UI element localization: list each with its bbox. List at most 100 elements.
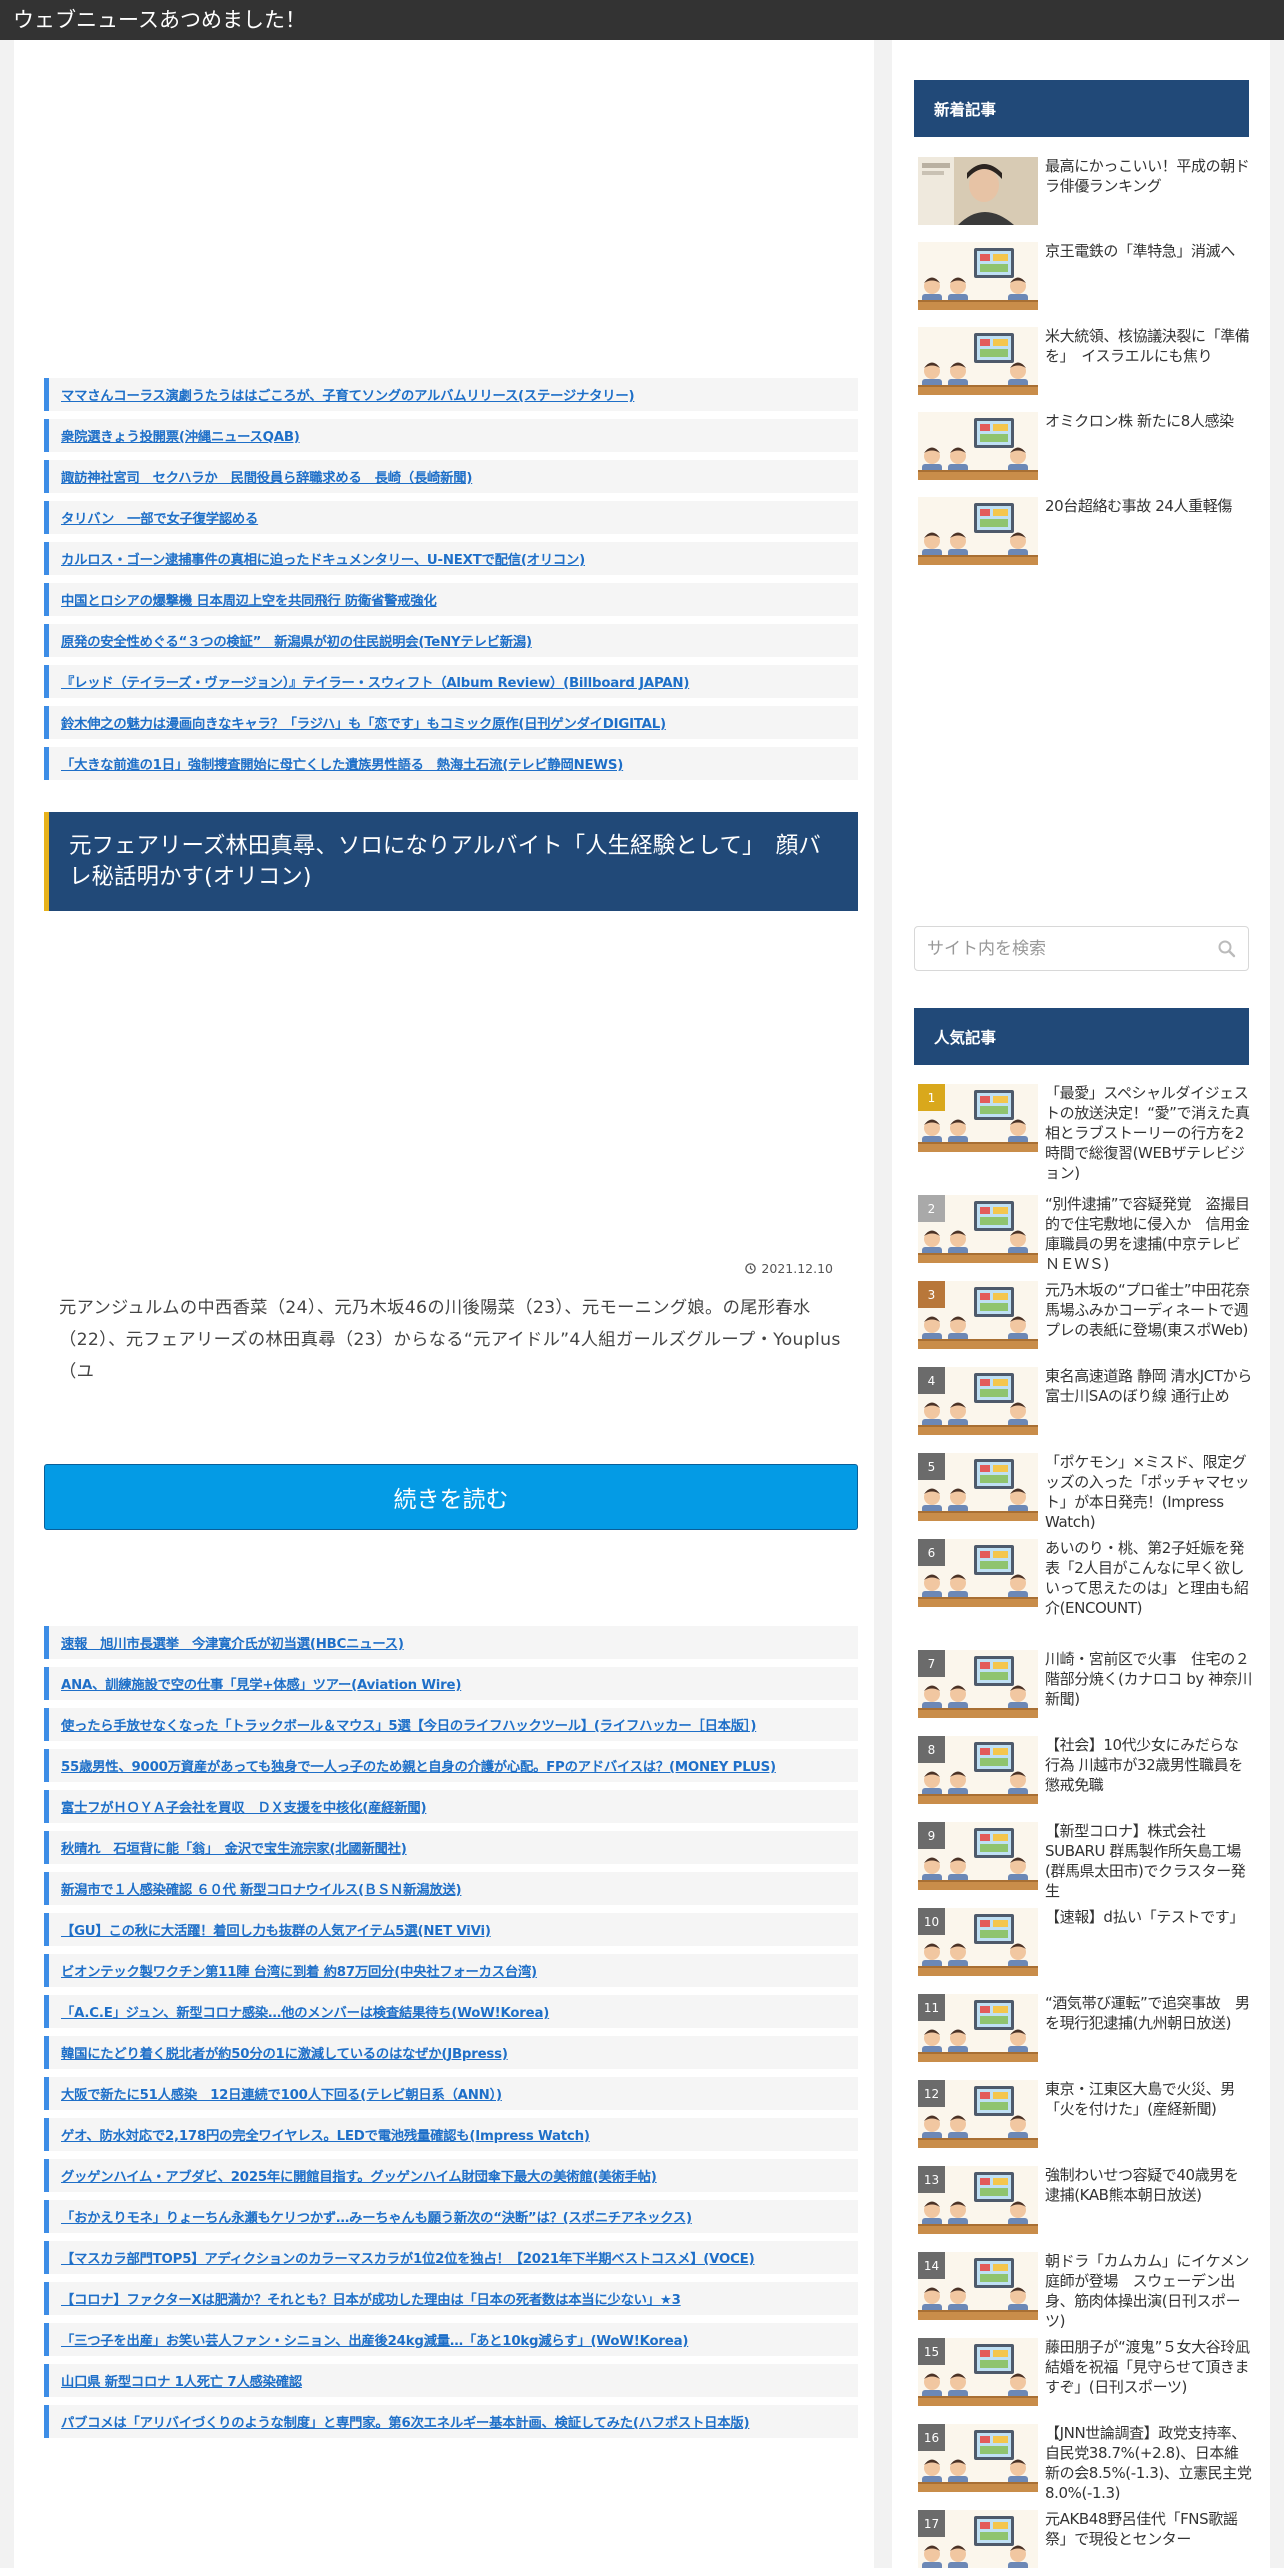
popular-article-item[interactable]: 12 東京・江東区大島で火災、男「火を付けた」(産経新聞)	[914, 2072, 1254, 2158]
article-title-link[interactable]: “酒気帯び運転”で追突事故 男を現行犯逮捕(九州朝日放送)	[1045, 1993, 1253, 2033]
article-title-link[interactable]: 藤田朋子が“渡鬼”５女大谷玲凪結婚を祝福「見守らせて頂きますぞ」(日刊スポーツ)	[1045, 2337, 1253, 2397]
article-title-link[interactable]: 【社会】10代少女にみだらな行為 川越市が32歳男性職員を懲戒免職	[1045, 1735, 1253, 1795]
article-title-link[interactable]: 最高にかっこいい！平成の朝ドラ俳優ランキング	[1045, 156, 1253, 196]
site-header: ウェブニュースあつめました！	[0, 0, 1284, 40]
news-link[interactable]: 55歳男性、9000万資産があっても独身で一人っ子のため親と自身の介護が心配。F…	[61, 1756, 776, 1775]
news-link[interactable]: 富士フがＨＯＹＡ子会社を買収 ＤＸ支援を中核化(産経新聞)	[61, 1797, 427, 1816]
popular-article-item[interactable]: 3 元乃木坂の“プロ雀士”中田花奈 馬場ふみかコーディネートで週プレの表紙に登場(…	[914, 1273, 1265, 1359]
article-thumbnail[interactable]	[918, 327, 1038, 395]
link-list-item: 鈴木伸之の魅力は漫画向きなキャラ？「ラジハ」も「恋です」もコミック原作(日刊ゲン…	[44, 706, 858, 739]
news-link[interactable]: 「三つ子を出産」お笑い芸人ファン・シニョン、出産後24kg減量…「あと10kg減…	[61, 2330, 688, 2349]
news-link[interactable]: カルロス・ゴーン逮捕事件の真相に迫ったドキュメンタリー、U-NEXTで配信(オリ…	[61, 549, 585, 568]
news-link[interactable]: 【マスカラ部門TOP5】アディクションのカラーマスカラが1位2位を独占！【202…	[61, 2248, 755, 2267]
new-article-item[interactable]: オミクロン株 新たに8人感染	[914, 404, 1254, 489]
article-title-link[interactable]: 「最愛」スペシャルダイジェストの放送決定！“愛”で消えた真相とラブストーリーの行…	[1045, 1083, 1253, 1183]
main-content: ママさんコーラス演劇うたうははごころが、子育てソングのアルバムリリース(ステージ…	[14, 40, 874, 2568]
article-thumbnail[interactable]	[918, 412, 1038, 480]
news-link[interactable]: 鈴木伸之の魅力は漫画向きなキャラ？「ラジハ」も「恋です」もコミック原作(日刊ゲン…	[61, 713, 666, 732]
article-title-link[interactable]: 東名高速道路 静岡 清水JCTから富士川SAのぼり線 通行止め	[1045, 1366, 1253, 1406]
popular-article-item[interactable]: 11 “酒気帯び運転”で追突事故 男を現行犯逮捕(九州朝日放送)	[914, 1986, 1254, 2072]
popular-article-item[interactable]: 13 強制わいせつ容疑で40歳男を逮捕(KAB熊本朝日放送)	[914, 2158, 1254, 2244]
rank-badge: 15	[918, 2338, 945, 2365]
news-studio-icon	[918, 242, 1038, 310]
article-title-link[interactable]: 米大統領、核協議決裂に「準備を」 イスラエルにも焦り	[1045, 326, 1253, 366]
news-link[interactable]: パブコメは「アリバイづくりのような制度」と専門家。第6次エネルギー基本計画、検証…	[61, 2412, 750, 2431]
news-link[interactable]: ゲオ、防水対応で2,178円の完全ワイヤレス。LEDで電池残量確認も(Impre…	[61, 2125, 590, 2144]
new-article-item[interactable]: 最高にかっこいい！平成の朝ドラ俳優ランキング	[914, 149, 1254, 234]
popular-article-item[interactable]: 9 【新型コロナ】株式会社SUBARU 群馬製作所矢島工場(群馬県太田市)でクラス…	[914, 1814, 1254, 1900]
article-title-link[interactable]: 元乃木坂の“プロ雀士”中田花奈 馬場ふみかコーディネートで週プレの表紙に登場(東…	[1045, 1280, 1265, 1340]
rank-badge: 14	[918, 2252, 945, 2279]
article-title-link[interactable]: あいのり・桃、第2子妊娠を発表「2人目がこんなに早く欲しいって思えたのは」と理由…	[1045, 1538, 1253, 1618]
news-link[interactable]: タリバン 一部で女子復学認める	[61, 508, 258, 527]
news-link[interactable]: ママさんコーラス演劇うたうははごころが、子育てソングのアルバムリリース(ステージ…	[61, 385, 635, 404]
news-link[interactable]: ビオンテック製ワクチン第11陣 台湾に到着 約87万回分(中央社フォーカス台湾)	[61, 1961, 537, 1980]
article-title-link[interactable]: 京王電鉄の「準特急」消滅へ	[1045, 241, 1253, 261]
popular-article-item[interactable]: 15 藤田朋子が“渡鬼”５女大谷玲凪結婚を祝福「見守らせて頂きますぞ」(日刊スポー…	[914, 2330, 1254, 2416]
article-title-link[interactable]: 強制わいせつ容疑で40歳男を逮捕(KAB熊本朝日放送)	[1045, 2165, 1253, 2205]
article-title-link[interactable]: 東京・江東区大島で火災、男「火を付けた」(産経新聞)	[1045, 2079, 1253, 2119]
news-link[interactable]: グッゲンハイム・アブダビ、2025年に開館目指す。グッゲンハイム財団傘下最大の美…	[61, 2166, 657, 2185]
news-link[interactable]: 秋晴れ 石垣背に能「翁」 金沢で宝生流宗家(北國新聞社)	[61, 1838, 407, 1857]
article-thumbnail[interactable]	[918, 242, 1038, 310]
new-article-item[interactable]: 米大統領、核協議決裂に「準備を」 イスラエルにも焦り	[914, 319, 1254, 404]
popular-article-item[interactable]: 17 元AKB48野呂佳代「FNS歌謡祭」で現役とセンター	[914, 2502, 1254, 2568]
search-icon[interactable]	[1217, 939, 1237, 959]
news-link[interactable]: 【GU】この秋に大活躍！着回し力も抜群の人気アイテム5選(NET ViVi)	[61, 1920, 491, 1939]
search-input[interactable]	[914, 926, 1249, 971]
popular-article-item[interactable]: 10 【速報】d払い「テストです」	[914, 1900, 1254, 1986]
article-title-link[interactable]: 元AKB48野呂佳代「FNS歌謡祭」で現役とセンター	[1045, 2509, 1253, 2549]
link-list-item: パブコメは「アリバイづくりのような制度」と専門家。第6次エネルギー基本計画、検証…	[44, 2405, 858, 2438]
link-list-item: 諏訪神社宮司 セクハラか 民間役員ら辞職求める 長崎（長崎新聞)	[44, 460, 858, 493]
news-link[interactable]: 諏訪神社宮司 セクハラか 民間役員ら辞職求める 長崎（長崎新聞)	[61, 467, 472, 486]
rank-badge: 4	[918, 1367, 945, 1394]
article-thumbnail[interactable]	[918, 497, 1038, 565]
popular-article-item[interactable]: 7 川崎・宮前区で火事 住宅の２階部分焼く(カナロコ by 神奈川新聞)	[914, 1642, 1254, 1728]
article-thumbnail[interactable]	[918, 157, 1038, 225]
article-title-link[interactable]: 「ポケモン」×ミスド、限定グッズの入った「ポッチャマセット」が本日発売！(Imp…	[1045, 1452, 1253, 1532]
news-link[interactable]: 【コロナ】ファクターXは肥満か？それとも？日本が成功した理由は「日本の死者数は本…	[61, 2289, 681, 2308]
news-link[interactable]: 衆院選きょう投開票(沖縄ニュースQAB)	[61, 426, 300, 445]
article-title-link[interactable]: 【JNN世論調査】政党支持率、自民党38.7%(+2.8)、日本維新の会8.5%…	[1045, 2423, 1253, 2503]
news-link[interactable]: 「大きな前進の1日」強制捜査開始に母亡くした遺族男性語る 熱海土石流(テレビ静岡…	[61, 754, 623, 773]
site-title[interactable]: ウェブニュースあつめました！	[13, 5, 306, 35]
rank-badge: 17	[918, 2510, 945, 2537]
popular-article-item[interactable]: 2 “別件逮捕”で容疑発覚 盗撮目的で住宅敷地に侵入か 信用金庫職員の男を逮捕(中…	[914, 1187, 1254, 1273]
article-title-link[interactable]: オミクロン株 新たに8人感染	[1045, 411, 1253, 431]
news-link[interactable]: 中国とロシアの爆撃機 日本周辺上空を共同飛行 防衛省警戒強化	[61, 590, 437, 609]
popular-article-item[interactable]: 4 東名高速道路 静岡 清水JCTから富士川SAのぼり線 通行止め	[914, 1359, 1254, 1445]
popular-article-item[interactable]: 5 「ポケモン」×ミスド、限定グッズの入った「ポッチャマセット」が本日発売！(Im…	[914, 1445, 1254, 1531]
popular-article-item[interactable]: 6 あいのり・桃、第2子妊娠を発表「2人目がこんなに早く欲しいって思えたのは」と理…	[914, 1531, 1254, 1642]
article-title-link[interactable]: 川崎・宮前区で火事 住宅の２階部分焼く(カナロコ by 神奈川新聞)	[1045, 1649, 1253, 1709]
article-title-link[interactable]: 20台超絡む事故 24人重軽傷	[1045, 496, 1253, 516]
link-list-item: 「おかえりモネ」りょーちん永瀬もケリつかず…みーちゃんも願う新次の“決断”は？(…	[44, 2200, 858, 2233]
link-list-item: 秋晴れ 石垣背に能「翁」 金沢で宝生流宗家(北國新聞社)	[44, 1831, 858, 1864]
read-more-button[interactable]: 続きを読む	[44, 1464, 858, 1530]
new-article-item[interactable]: 京王電鉄の「準特急」消滅へ	[914, 234, 1254, 319]
news-link[interactable]: 山口県 新型コロナ 1人死亡 7人感染確認	[61, 2371, 302, 2390]
link-list-item: 富士フがＨＯＹＡ子会社を買収 ＤＸ支援を中核化(産経新聞)	[44, 1790, 858, 1823]
news-link[interactable]: 大阪で新たに51人感染 12日連続で100人下回る(テレビ朝日系（ANN）)	[61, 2084, 502, 2103]
article-title-link[interactable]: “別件逮捕”で容疑発覚 盗撮目的で住宅敷地に侵入か 信用金庫職員の男を逮捕(中京…	[1045, 1194, 1253, 1274]
news-link[interactable]: 「A.C.E」ジュン、新型コロナ感染…他のメンバーは検査結果待ち(WoW!Kor…	[61, 2002, 549, 2021]
popular-article-item[interactable]: 16 【JNN世論調査】政党支持率、自民党38.7%(+2.8)、日本維新の会8.…	[914, 2416, 1254, 2502]
new-articles-heading: 新着記事	[914, 80, 1249, 137]
article-title-link[interactable]: 【速報】d払い「テストです」	[1045, 1907, 1253, 1927]
link-list-item: 衆院選きょう投開票(沖縄ニュースQAB)	[44, 419, 858, 452]
news-link[interactable]: 『レッド（テイラーズ・ヴァージョン）』テイラー・スウィフト（Album Revi…	[61, 672, 689, 691]
popular-article-item[interactable]: 14 朝ドラ「カムカム」にイケメン庭師が登場 スウェーデン出身、筋肉体操出演(日刊…	[914, 2244, 1254, 2330]
related-links-top: ママさんコーラス演劇うたうははごころが、子育てソングのアルバムリリース(ステージ…	[44, 378, 858, 788]
news-link[interactable]: ANA、訓練施設で空の仕事「見学+体感」ツアー(Aviation Wire)	[61, 1674, 461, 1693]
news-link[interactable]: 速報 旭川市長選挙 今津寛介氏が初当選(HBCニュース)	[61, 1633, 404, 1652]
news-link[interactable]: 原発の安全性めぐる“３つの検証” 新潟県が初の住民説明会(TeNYテレビ新潟)	[61, 631, 532, 650]
new-article-item[interactable]: 20台超絡む事故 24人重軽傷	[914, 489, 1254, 574]
link-list-item: 中国とロシアの爆撃機 日本周辺上空を共同飛行 防衛省警戒強化	[44, 583, 858, 616]
news-link[interactable]: 新潟市で１人感染確認 ６０代 新型コロナウイルス(ＢＳＮ新潟放送)	[61, 1879, 462, 1898]
article-title-link[interactable]: 【新型コロナ】株式会社SUBARU 群馬製作所矢島工場(群馬県太田市)でクラスタ…	[1045, 1821, 1253, 1901]
article-title-link[interactable]: 朝ドラ「カムカム」にイケメン庭師が登場 スウェーデン出身、筋肉体操出演(日刊スポ…	[1045, 2251, 1253, 2331]
popular-article-item[interactable]: 1 「最愛」スペシャルダイジェストの放送決定！“愛”で消えた真相とラブストーリーの…	[914, 1076, 1254, 1187]
news-link[interactable]: 韓国にたどり着く脱北者が約50分の1に激減しているのはなぜか(JBpress)	[61, 2043, 508, 2062]
news-link[interactable]: 「おかえりモネ」りょーちん永瀬もケリつかず…みーちゃんも願う新次の“決断”は？(…	[61, 2207, 692, 2226]
news-link[interactable]: 使ったら手放せなくなった「トラックボール＆マウス」5選【今日のライフハックツール…	[61, 1715, 756, 1734]
popular-article-item[interactable]: 8 【社会】10代少女にみだらな行為 川越市が32歳男性職員を懲戒免職	[914, 1728, 1254, 1814]
